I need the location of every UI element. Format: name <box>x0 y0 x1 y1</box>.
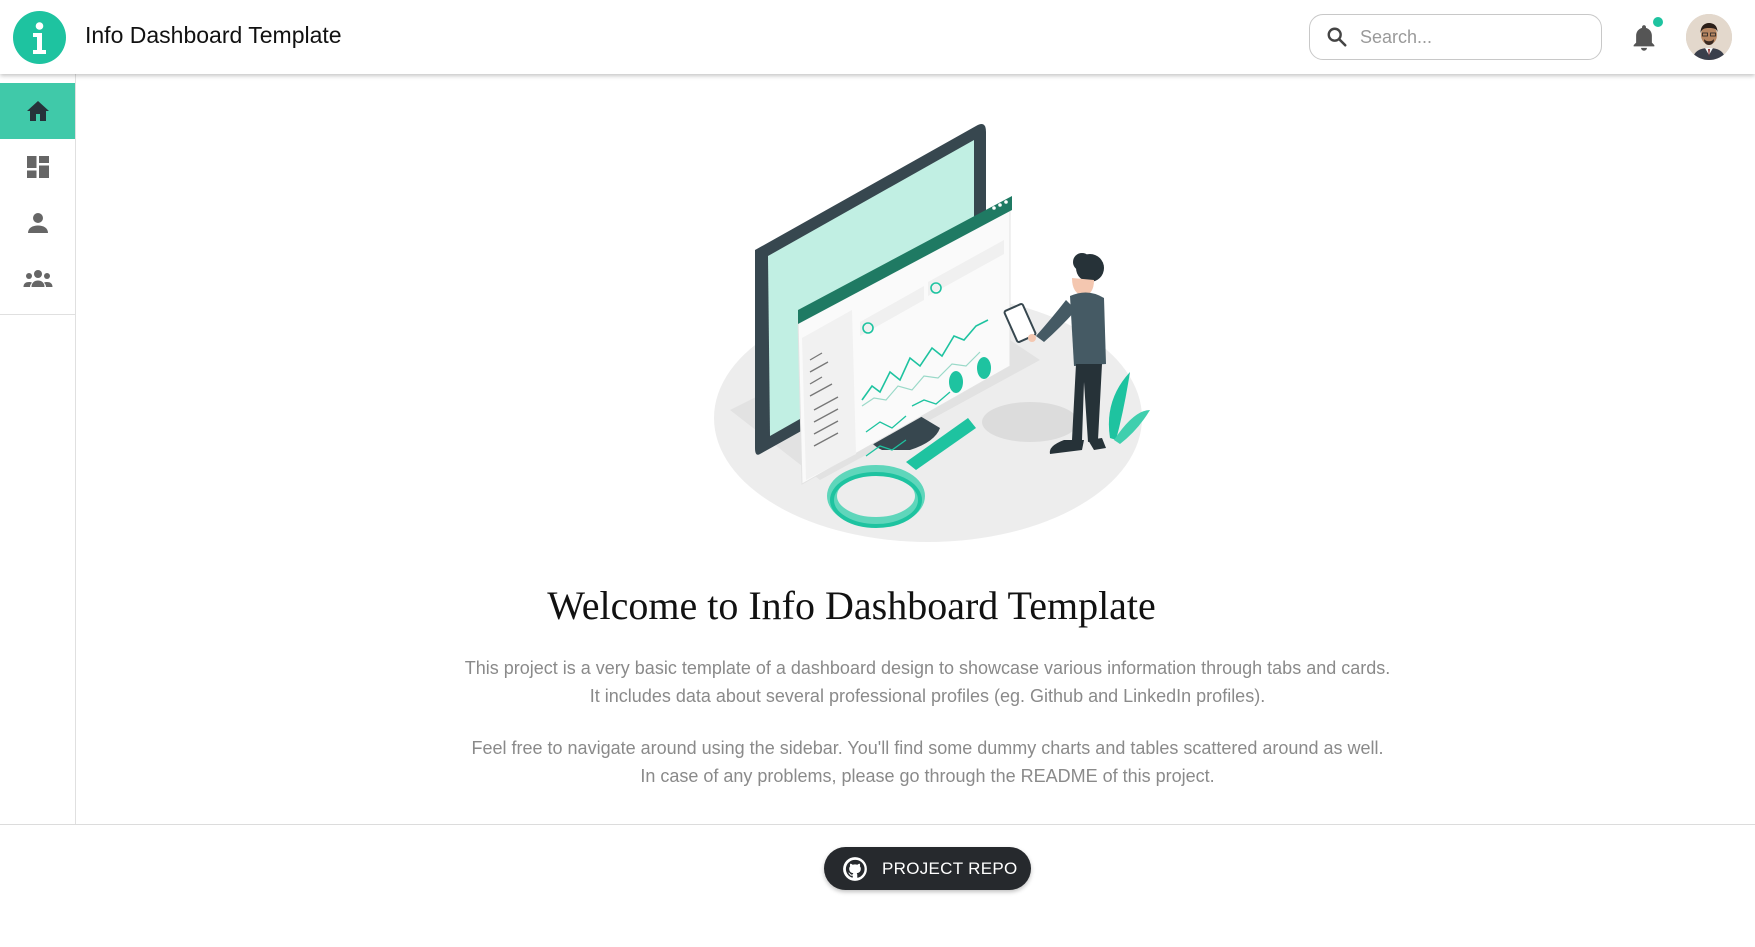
sidebar-item-dashboard[interactable] <box>0 139 75 195</box>
project-repo-button[interactable]: PROJECT REPO <box>824 847 1031 890</box>
avatar[interactable] <box>1686 14 1732 60</box>
help-line-1: Feel free to navigate around using the s… <box>471 738 1384 758</box>
app-title: Info Dashboard Template <box>85 22 342 48</box>
notification-badge <box>1653 17 1663 27</box>
search-icon <box>1327 27 1347 47</box>
sidebar <box>0 74 76 824</box>
top-app-bar: Info Dashboard Template <box>0 0 1755 74</box>
project-repo-label: PROJECT REPO <box>882 858 1018 878</box>
home-icon <box>26 101 49 121</box>
user-avatar-image <box>1686 14 1732 60</box>
person-icon <box>27 213 48 233</box>
intro-paragraph: This project is a very basic template of… <box>0 654 1755 710</box>
main-content: Welcome to Info Dashboard Template This … <box>76 74 1755 824</box>
footer-divider <box>0 824 1755 825</box>
intro-line-1: This project is a very basic template of… <box>464 658 1391 678</box>
info-icon <box>33 22 46 54</box>
sidebar-divider <box>0 314 75 315</box>
search-box[interactable] <box>1309 14 1602 60</box>
welcome-heading: Welcome to Info Dashboard Template <box>547 583 1156 628</box>
group-icon <box>23 270 52 287</box>
notifications-bell-icon[interactable] <box>1629 22 1659 54</box>
dashboard-icon <box>26 156 49 178</box>
intro-line-2: It includes data about several professio… <box>589 686 1266 706</box>
sidebar-item-groups[interactable] <box>0 251 75 307</box>
sidebar-item-home[interactable] <box>0 83 75 139</box>
sidebar-item-profile[interactable] <box>0 195 75 251</box>
github-icon <box>843 856 867 881</box>
search-input[interactable] <box>1360 23 1590 51</box>
help-paragraph: Feel free to navigate around using the s… <box>0 734 1755 790</box>
app-logo[interactable] <box>13 11 66 64</box>
dashboard-analytics-illustration <box>714 124 1150 542</box>
help-line-2: In case of any problems, please go throu… <box>640 766 1215 786</box>
